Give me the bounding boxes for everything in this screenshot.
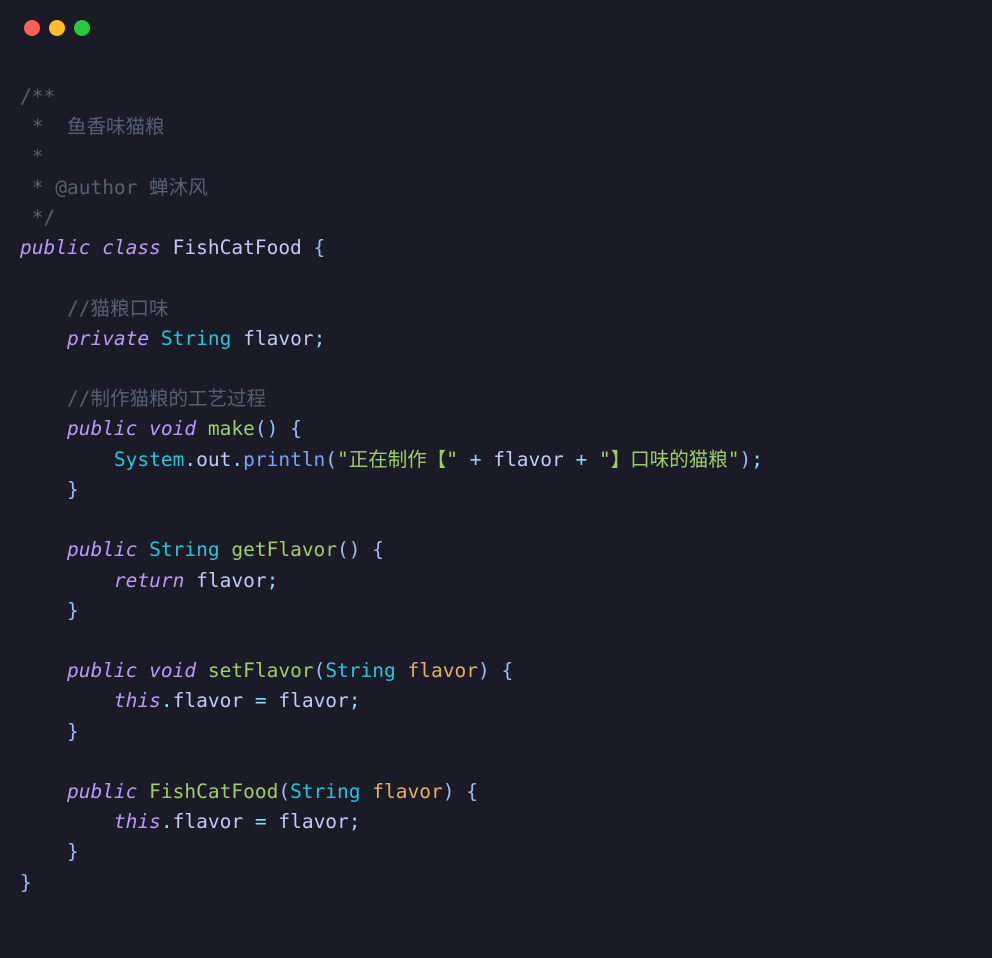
semi: ; xyxy=(314,327,326,350)
semi-5: ; xyxy=(349,810,361,833)
method-getflavor: getFlavor xyxy=(231,538,337,561)
kw-this-1: this xyxy=(114,689,161,712)
kw-void-2: void xyxy=(149,659,196,682)
paren-open-4: ( xyxy=(314,659,326,682)
flavor-ref-2: flavor xyxy=(196,569,266,592)
kw-void: void xyxy=(149,417,196,440)
comment-flavor: //猫粮口味 xyxy=(67,297,168,320)
kw-public-5: public xyxy=(67,780,137,803)
plus-1: + xyxy=(470,448,482,471)
flavor-ref-5: flavor xyxy=(173,810,243,833)
dot-3: . xyxy=(161,689,173,712)
semi-3: ; xyxy=(267,569,279,592)
semi-4: ; xyxy=(349,689,361,712)
paren-close-3: ) xyxy=(349,538,361,561)
dot-2: . xyxy=(231,448,243,471)
kw-return: return xyxy=(114,569,184,592)
code-block: /** * 鱼香味猫粮 * * @author 蝉沐风 */ public cl… xyxy=(0,58,992,898)
string-2: "】口味的猫粮" xyxy=(599,448,739,471)
paren-open-2: ( xyxy=(325,448,337,471)
type-string-2: String xyxy=(149,538,219,561)
paren-open-5: ( xyxy=(278,780,290,803)
brace-open-4: { xyxy=(501,659,513,682)
flavor-ref-1: flavor xyxy=(493,448,563,471)
brace-open-5: { xyxy=(466,780,478,803)
brace-close-3: } xyxy=(67,720,79,743)
dot-4: . xyxy=(161,810,173,833)
paren-close-4: ) xyxy=(478,659,490,682)
kw-this-2: this xyxy=(114,810,161,833)
param-flavor-2: flavor xyxy=(372,780,442,803)
kw-class: class xyxy=(102,236,161,259)
eq-1: = xyxy=(255,689,267,712)
comment-close: */ xyxy=(20,206,55,229)
kw-private: private xyxy=(67,327,149,350)
kw-public: public xyxy=(20,236,90,259)
flavor-ref-6: flavor xyxy=(278,810,348,833)
brace-open-3: { xyxy=(372,538,384,561)
code-window: /** * 鱼香味猫粮 * * @author 蝉沐风 */ public cl… xyxy=(0,0,992,958)
kw-public-3: public xyxy=(67,538,137,561)
brace-close-final: } xyxy=(20,871,32,894)
brace-close-2: } xyxy=(67,599,79,622)
println: println xyxy=(243,448,325,471)
maximize-icon[interactable] xyxy=(74,20,90,36)
method-setflavor: setFlavor xyxy=(208,659,314,682)
kw-public-4: public xyxy=(67,659,137,682)
paren-open: ( xyxy=(255,417,267,440)
flavor-ref-4: flavor xyxy=(278,689,348,712)
kw-public-2: public xyxy=(67,417,137,440)
semi-2: ; xyxy=(751,448,763,471)
type-string-3: String xyxy=(325,659,395,682)
param-flavor-1: flavor xyxy=(408,659,478,682)
brace-close-4: } xyxy=(67,840,79,863)
paren-open-3: ( xyxy=(337,538,349,561)
comment-open: /** xyxy=(20,85,55,108)
type-string: String xyxy=(161,327,231,350)
system: System xyxy=(114,448,184,471)
comment-blank: * xyxy=(20,145,43,168)
dot: . xyxy=(184,448,196,471)
flavor-ref-3: flavor xyxy=(173,689,243,712)
paren-close-5: ) xyxy=(443,780,455,803)
class-name: FishCatFood xyxy=(173,236,302,259)
close-icon[interactable] xyxy=(24,20,40,36)
ctor-name: FishCatFood xyxy=(149,780,278,803)
method-make: make xyxy=(208,417,255,440)
brace-close-1: } xyxy=(67,478,79,501)
brace-open-2: { xyxy=(290,417,302,440)
out: out xyxy=(196,448,231,471)
paren-close-2: ) xyxy=(739,448,751,471)
comment-make: //制作猫粮的工艺过程 xyxy=(67,387,266,410)
plus-2: + xyxy=(575,448,587,471)
minimize-icon[interactable] xyxy=(49,20,65,36)
eq-2: = xyxy=(255,810,267,833)
brace-open: { xyxy=(314,236,326,259)
field-flavor: flavor xyxy=(243,327,313,350)
window-titlebar xyxy=(0,0,992,58)
type-string-4: String xyxy=(290,780,360,803)
paren-close: ) xyxy=(267,417,279,440)
string-1: "正在制作【" xyxy=(337,448,458,471)
comment-desc: * 鱼香味猫粮 xyxy=(20,115,164,138)
comment-author: * @author 蝉沐风 xyxy=(20,176,208,199)
